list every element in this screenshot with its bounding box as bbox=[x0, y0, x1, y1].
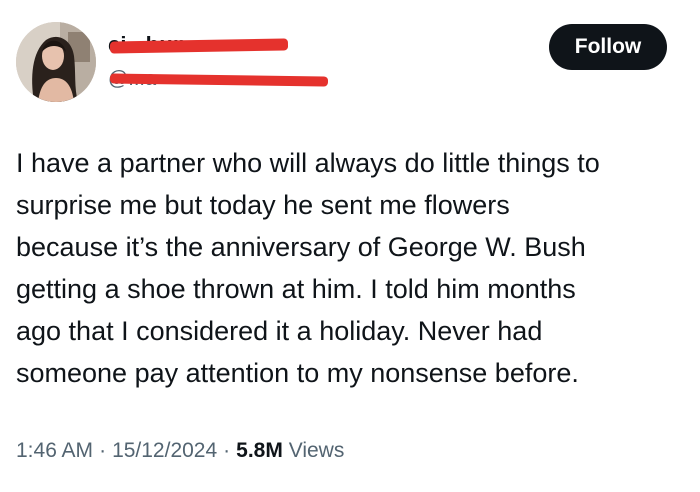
meta-separator: · bbox=[223, 439, 231, 462]
tweet-date[interactable]: 15/12/2024 bbox=[112, 439, 217, 462]
author-block[interactable]: ci...bun @...a bbox=[108, 28, 358, 92]
tweet-time[interactable]: 1:46 AM bbox=[16, 439, 93, 462]
tweet-meta: 1:46 AM · 15/12/2024 · 5.8M Views bbox=[16, 439, 344, 463]
views-count: 5.8M bbox=[236, 439, 283, 462]
views-label: Views bbox=[288, 439, 345, 462]
meta-separator: · bbox=[99, 439, 107, 462]
follow-button[interactable]: Follow bbox=[549, 24, 667, 70]
avatar[interactable] bbox=[16, 22, 96, 102]
avatar-image bbox=[16, 22, 96, 102]
tweet-text: I have a partner who will always do litt… bbox=[16, 148, 600, 388]
name-redaction-mark bbox=[109, 38, 289, 54]
